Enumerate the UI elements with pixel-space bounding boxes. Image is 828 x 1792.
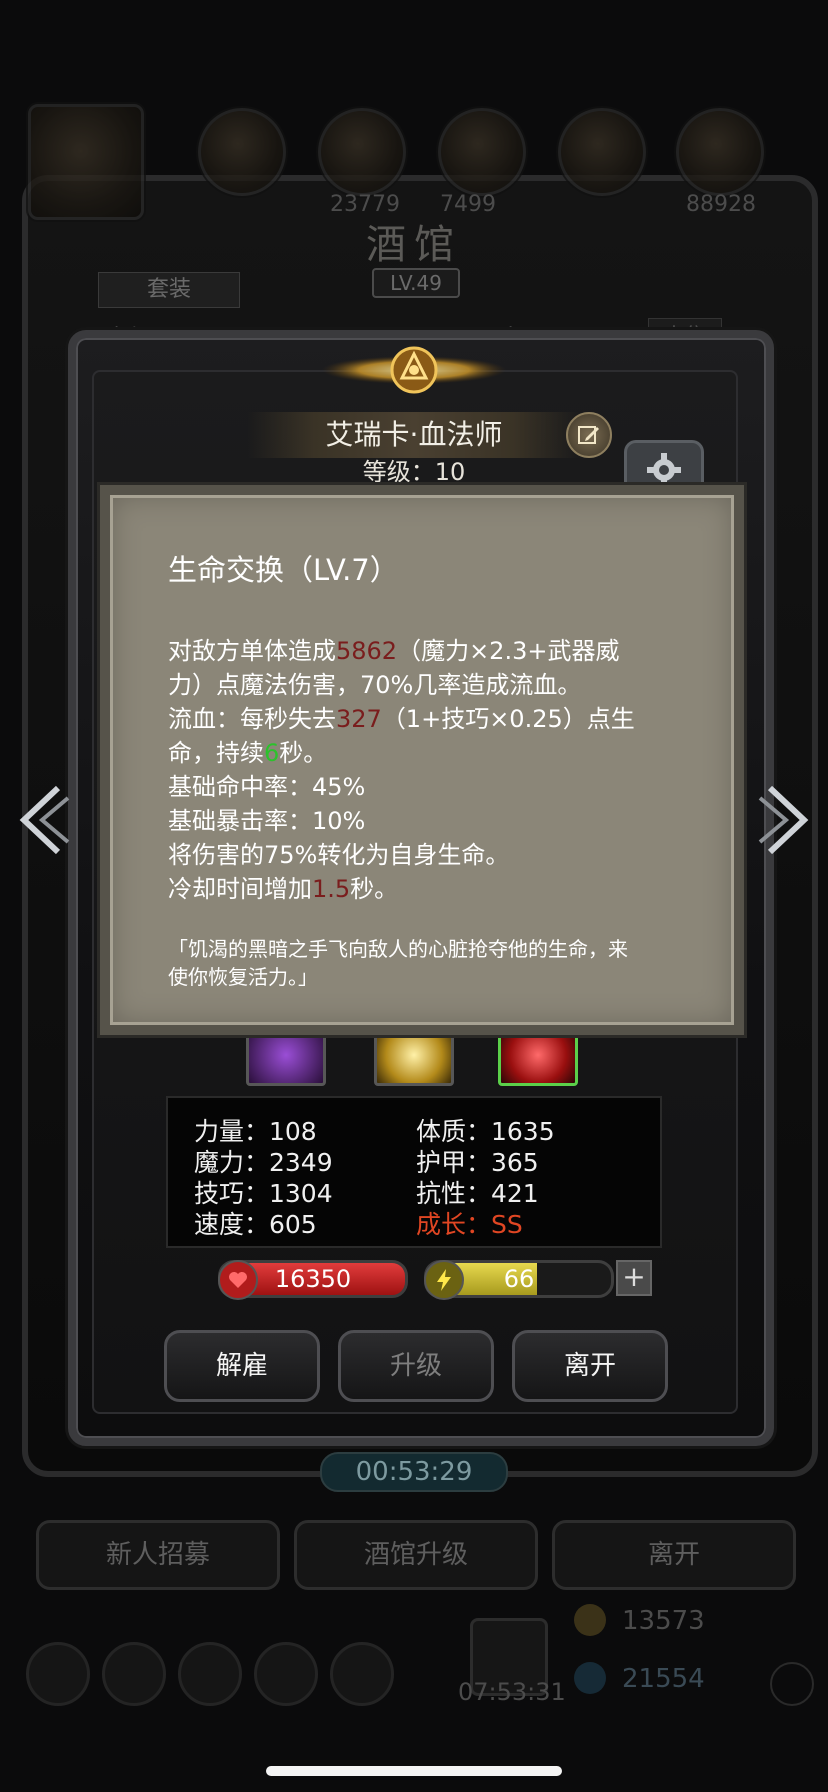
- skill-desc-line: 基础命中率：45%: [168, 773, 366, 801]
- skill-desc-line: 力）点魔法伤害，70%几率造成流血。: [168, 671, 582, 699]
- equipment-slot-icon[interactable]: [558, 108, 646, 196]
- menu-icon[interactable]: [26, 1642, 90, 1706]
- skill-desc-line: 基础暴击率：10%: [168, 807, 366, 835]
- tavern-upgrade-button[interactable]: 酒馆升级: [294, 1520, 538, 1590]
- skill-tooltip: 生命交换（LV.7） 对敌方单体造成5862（魔力×2.3+武器威 力）点魔法伤…: [100, 485, 744, 1035]
- recruit-timer: 00:53:29: [320, 1452, 508, 1492]
- tavern-leave-button[interactable]: 离开: [552, 1520, 796, 1590]
- equipment-slot-icon[interactable]: [438, 108, 526, 196]
- skill-desc-line: 流血：每秒失去327（1+技巧×0.25）点生: [168, 705, 635, 733]
- equipment-slot-icon[interactable]: [198, 108, 286, 196]
- skill-flavor-text: 「饥渴的黑暗之手飞向敌人的心脏抢夺他的生命，来: [168, 937, 628, 961]
- home-indicator[interactable]: [266, 1766, 562, 1776]
- skill-desc-line: 对敌方单体造成5862（魔力×2.3+武器威: [168, 637, 620, 665]
- heart-icon: [218, 1260, 258, 1300]
- hero-portrait-icon[interactable]: [28, 104, 144, 220]
- gem-amount: 21554: [622, 1664, 705, 1694]
- chest-timer: 07:53:31: [458, 1678, 566, 1706]
- menu-icon[interactable]: [330, 1642, 394, 1706]
- stat-speed: 速度：605: [194, 1210, 317, 1239]
- equipment-slot-icon[interactable]: [676, 108, 764, 196]
- bleed-duration: 6: [264, 739, 280, 767]
- dismiss-button[interactable]: 解雇: [164, 1330, 320, 1402]
- previous-hero-arrow-icon[interactable]: [10, 780, 70, 860]
- stat-growth: 成长：SS: [416, 1210, 523, 1239]
- tavern-title: 酒馆: [366, 222, 462, 268]
- gear-icon: [647, 453, 681, 487]
- gold-coin-icon: [574, 1604, 606, 1636]
- equipment-slot-icon[interactable]: [318, 108, 406, 196]
- menu-icon[interactable]: [102, 1642, 166, 1706]
- cooldown-value: 1.5: [312, 875, 351, 903]
- gold-amount: 13573: [622, 1606, 705, 1636]
- gold-emblem-icon: [322, 346, 506, 394]
- add-gem-button[interactable]: [770, 1662, 814, 1706]
- stats-panel: 力量：108 魔力：2349 技巧：1304 速度：605 体质：1635 护甲…: [166, 1096, 662, 1248]
- menu-icon[interactable]: [254, 1642, 318, 1706]
- skill-title: 生命交换（LV.7）: [168, 553, 399, 587]
- next-hero-arrow-icon[interactable]: [758, 780, 818, 860]
- leave-button[interactable]: 离开: [512, 1330, 668, 1402]
- skill-desc-line: 冷却时间增加1.5秒。: [168, 875, 399, 903]
- hero-level: 等级：10: [362, 458, 466, 486]
- edit-pencil-icon: [578, 426, 599, 444]
- tavern-level: LV.49: [372, 268, 460, 298]
- skill-flavor-text: 使你恢复活力。」: [168, 965, 318, 989]
- lightning-icon: [424, 1260, 464, 1300]
- skill-damage-value: 5862: [336, 637, 398, 665]
- new-recruit-button[interactable]: 新人招募: [36, 1520, 280, 1590]
- gem-icon: [574, 1662, 606, 1694]
- skill-desc-line: 将伤害的75%转化为自身生命。: [168, 841, 510, 869]
- bleed-value: 327: [336, 705, 382, 733]
- rename-button[interactable]: [566, 412, 612, 458]
- set-tab[interactable]: 套装: [98, 272, 240, 308]
- upgrade-button[interactable]: 升级: [338, 1330, 494, 1402]
- skill-desc-line: 命，持续6秒。: [168, 739, 328, 767]
- menu-icon[interactable]: [178, 1642, 242, 1706]
- add-energy-button[interactable]: +: [616, 1260, 652, 1296]
